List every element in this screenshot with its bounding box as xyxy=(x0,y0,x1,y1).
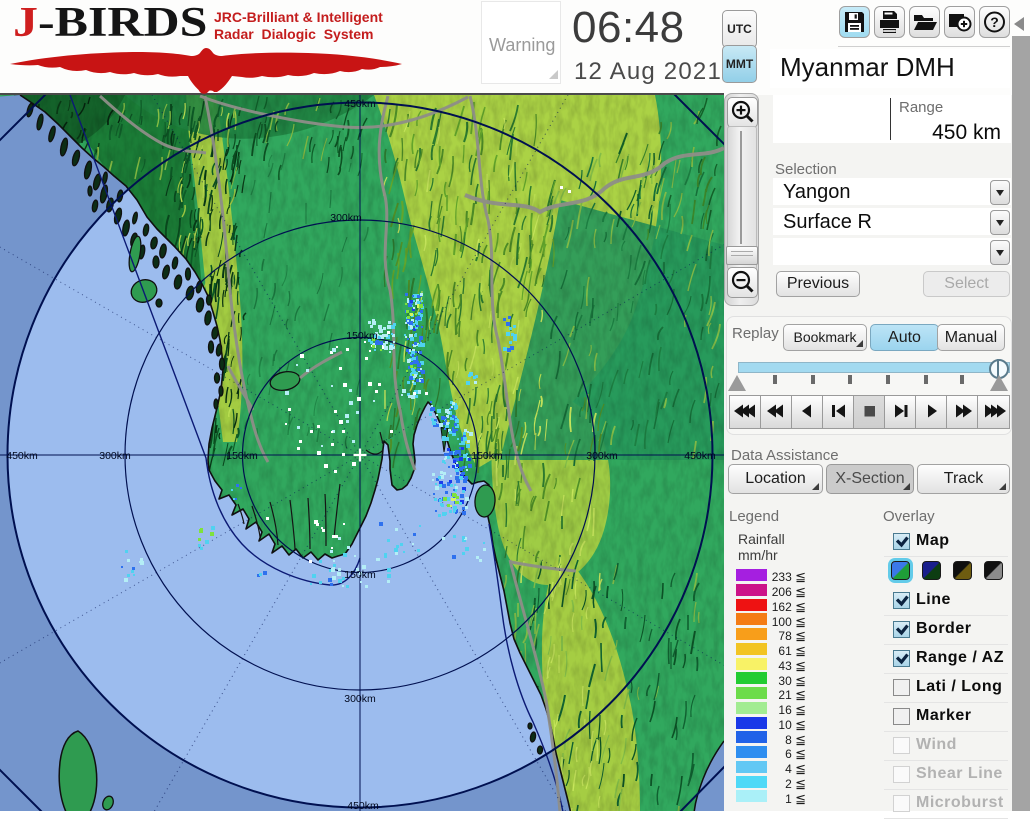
svg-text:150km: 150km xyxy=(226,450,258,462)
svg-text:450km: 450km xyxy=(6,450,38,462)
svg-text:300km: 300km xyxy=(586,450,618,462)
svg-text:?: ? xyxy=(990,14,999,30)
svg-text:300km: 300km xyxy=(330,212,362,224)
svg-text:150km: 150km xyxy=(471,450,503,462)
svg-text:150km: 150km xyxy=(346,330,378,342)
svg-text:450km: 450km xyxy=(344,98,376,110)
svg-text:300km: 300km xyxy=(99,450,131,462)
svg-text:300km: 300km xyxy=(344,693,376,705)
svg-text:150km: 150km xyxy=(344,569,376,581)
svg-text:450km: 450km xyxy=(684,450,716,462)
svg-text:450km: 450km xyxy=(347,800,379,811)
